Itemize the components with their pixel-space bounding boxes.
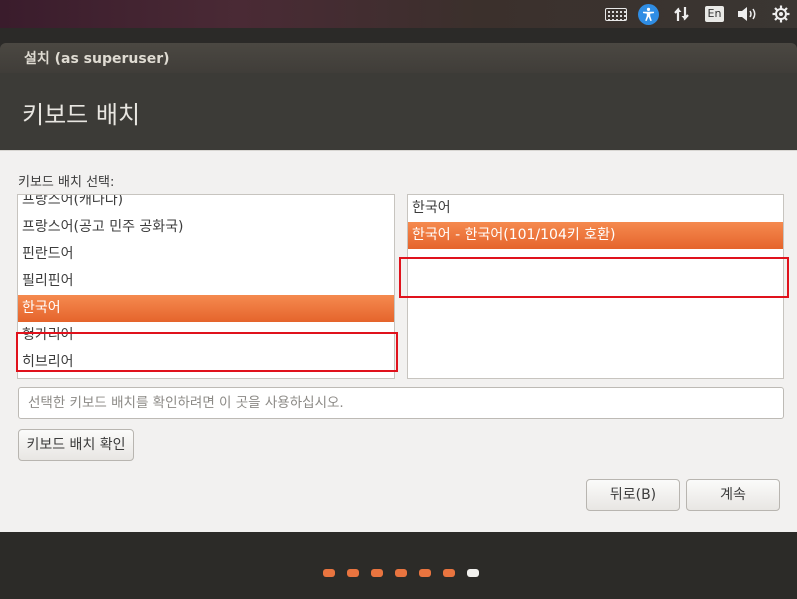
network-icon <box>673 7 689 21</box>
continue-button[interactable]: 계속 <box>686 479 780 511</box>
keyboard-icon <box>604 7 627 21</box>
progress-dot <box>371 569 383 577</box>
language-list-item[interactable]: 헝가리어 <box>18 322 394 349</box>
accessibility-indicator[interactable] <box>632 0 665 28</box>
progress-dot <box>419 569 431 577</box>
progress-dot <box>443 569 455 577</box>
language-list-item[interactable]: 프랑스어(공고 민주 공화국) <box>18 214 394 241</box>
progress-dot-current <box>467 569 479 577</box>
language-list-item[interactable]: 히브리어 <box>18 349 394 376</box>
variant-list-item[interactable]: 한국어 <box>408 195 783 222</box>
language-list-item-selected[interactable]: 한국어 <box>18 295 394 322</box>
accessibility-icon <box>638 3 659 25</box>
language-list-item[interactable]: 프랑스어(캐나다) <box>18 195 394 214</box>
keyboard-test-input[interactable]: 선택한 키보드 배치를 확인하려면 이 곳을 사용하십시오. <box>18 387 784 419</box>
variant-list-item-selected[interactable]: 한국어 - 한국어(101/104키 호환) <box>408 222 783 249</box>
language-indicator[interactable]: En <box>698 0 731 28</box>
progress-dot <box>323 569 335 577</box>
language-indicator-label: En <box>704 6 725 22</box>
installer-window: 설치 (as superuser) 키보드 배치 키보드 배치 선택: 프랑스어… <box>0 43 797 599</box>
volume-icon <box>737 7 755 21</box>
progress-footer <box>0 532 797 599</box>
back-button[interactable]: 뒤로(B) <box>586 479 680 511</box>
layout-section-label: 키보드 배치 선택: <box>18 175 115 190</box>
progress-dots <box>323 569 479 577</box>
language-list[interactable]: 프랑스어(캐나다) 프랑스어(공고 민주 공화국) 핀란드어 필리핀어 한국어 … <box>17 194 395 379</box>
page-title: 키보드 배치 <box>22 101 141 129</box>
network-indicator[interactable] <box>665 0 698 28</box>
window-titlebar[interactable]: 설치 (as superuser) <box>0 43 797 73</box>
progress-dot <box>395 569 407 577</box>
top-panel: En <box>0 0 797 28</box>
content-area: 키보드 배치 선택: 프랑스어(캐나다) 프랑스어(공고 민주 공화국) 핀란드… <box>0 150 797 532</box>
language-list-item[interactable]: 핀란드어 <box>18 241 394 268</box>
detect-layout-button[interactable]: 키보드 배치 확인 <box>18 429 134 461</box>
session-indicator[interactable] <box>764 0 797 28</box>
window-title: 설치 (as superuser) <box>24 51 170 67</box>
page-header: 키보드 배치 <box>0 73 797 150</box>
variant-list[interactable]: 한국어 한국어 - 한국어(101/104키 호환) <box>407 194 784 379</box>
progress-dot <box>347 569 359 577</box>
system-tray: En <box>599 0 797 28</box>
power-settings-icon <box>772 5 789 23</box>
keyboard-indicator[interactable] <box>599 0 632 28</box>
volume-indicator[interactable] <box>731 0 764 28</box>
language-list-item[interactable]: 필리핀어 <box>18 268 394 295</box>
